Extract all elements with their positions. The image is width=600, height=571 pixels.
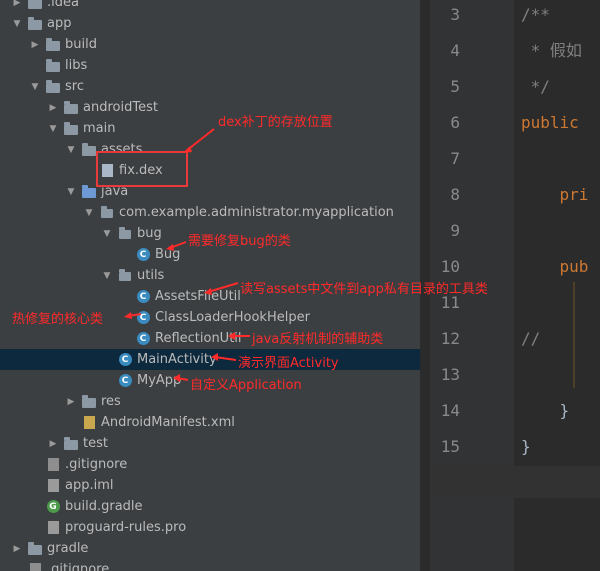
annotation-reflection: java反射机制的辅助类: [252, 332, 384, 347]
annotation-demo-activity: 演示界面Activity: [238, 356, 339, 371]
annotation-hotfix-core: 热修复的核心类: [12, 312, 104, 327]
annotation-custom-app: 自定义Application: [190, 378, 302, 393]
annotation-dex-location: dex补丁的存放位置: [218, 115, 333, 130]
annotation-assets-util: 读写assets中文件到app私有目录的工具类: [240, 282, 488, 297]
annotation-bug-class: 需要修复bug的类: [188, 234, 291, 249]
